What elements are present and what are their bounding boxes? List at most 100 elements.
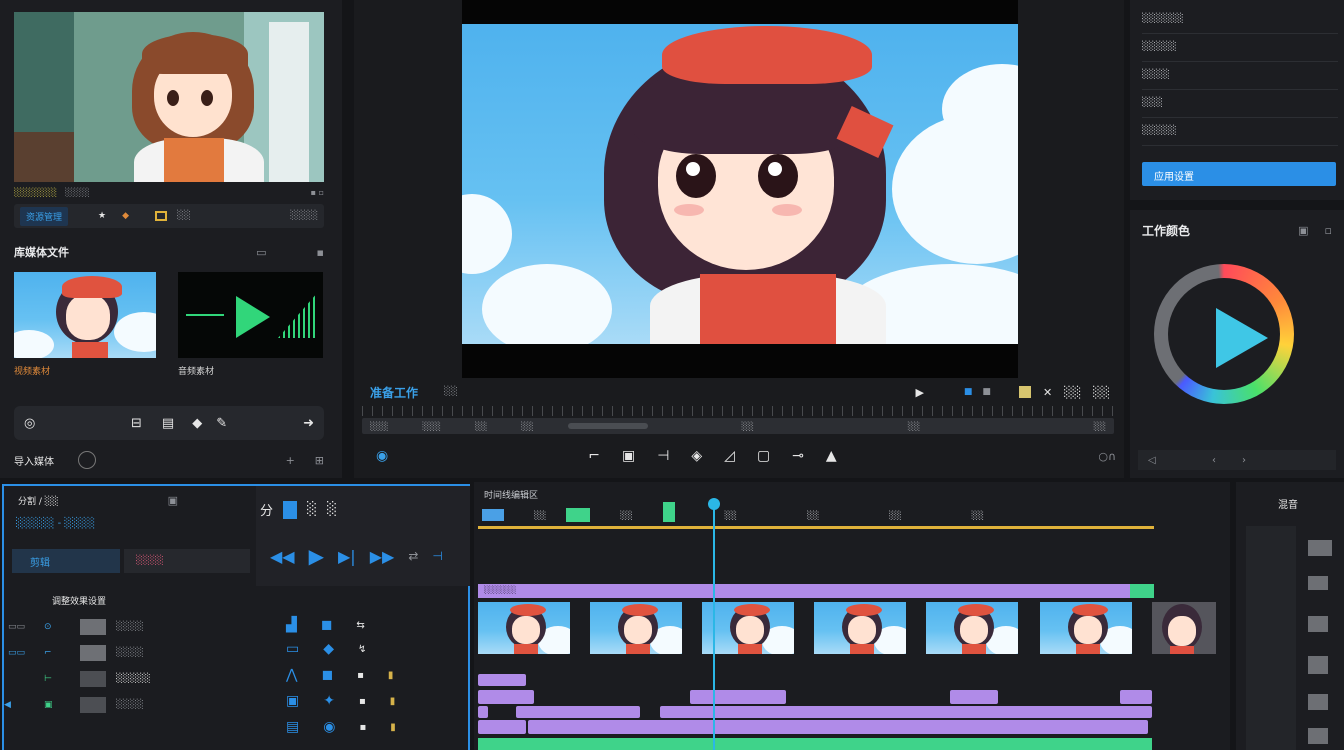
refresh-icon[interactable]: ◎ [24, 416, 35, 431]
tab-other[interactable]: ░░░░ [124, 549, 250, 573]
fader-knob[interactable] [1308, 616, 1328, 632]
tool-icon[interactable]: ▮ [388, 670, 394, 681]
tool-icon[interactable]: ⇆ [356, 620, 364, 631]
video-clip[interactable] [814, 602, 906, 654]
tool-icon[interactable]: ▤ [286, 719, 299, 735]
overwrite-icon[interactable]: ▤ [162, 416, 174, 431]
panel-icon[interactable]: ▣ [1298, 224, 1308, 237]
property-row[interactable]: ░░░░░░ [1142, 8, 1338, 34]
tool-icon[interactable]: ▮ [390, 722, 396, 733]
close-icon[interactable]: ✕ [1043, 386, 1052, 399]
apply-button[interactable]: 应用设置 [1142, 162, 1336, 186]
end-icon[interactable]: ⊣ [432, 549, 442, 563]
tool-icon[interactable]: ▭ [286, 641, 299, 657]
fader-knob[interactable] [1308, 576, 1328, 590]
mixer-track[interactable] [1246, 526, 1296, 750]
audio-clip[interactable] [690, 690, 786, 704]
audio-clip[interactable] [528, 720, 1148, 734]
play-button[interactable]: ▶ [309, 544, 324, 568]
audio-clip[interactable] [660, 706, 1152, 718]
scrub-bar[interactable]: ░░░ ░░░ ░░ ░░ ░░ ░░ ░░ [362, 418, 1114, 434]
trim-icon[interactable]: ⊣ [657, 448, 669, 464]
playhead-handle[interactable] [708, 498, 720, 510]
prev-icon[interactable]: ◁ [1148, 455, 1156, 466]
sync-icon[interactable]: ◉ [376, 448, 388, 464]
marker-icon[interactable]: ▲ [826, 448, 837, 464]
video-clip[interactable] [1040, 602, 1132, 654]
tool-label[interactable]: ░░░░ [290, 211, 318, 221]
pin-icon[interactable]: ▣ [168, 494, 178, 507]
resource-tab[interactable]: 资源管理 [20, 206, 69, 226]
property-row[interactable]: ░░░░░ [1142, 36, 1338, 62]
tool-icon[interactable]: ◆ [323, 641, 334, 657]
tab-cut[interactable]: 剪辑 [12, 549, 120, 573]
preview-ruler[interactable] [362, 406, 1114, 416]
import-label[interactable]: 导入媒体 [14, 453, 54, 468]
menu-icon[interactable]: ▪ [317, 246, 324, 259]
tool-label[interactable]: ░░ [177, 211, 191, 221]
audio-clip[interactable] [516, 706, 640, 718]
panel-menu-icon[interactable]: ▫ [1325, 224, 1332, 237]
step-icon[interactable]: ▶| [338, 547, 356, 566]
split-icon[interactable]: ⊞ [315, 454, 324, 467]
tool-icon[interactable]: ▪ [359, 722, 366, 733]
flag-icon[interactable]: ▭ [256, 246, 266, 259]
play-button[interactable]: ▶ [915, 386, 923, 399]
video-clip[interactable] [590, 602, 682, 654]
tool-label[interactable]: ░░ [1093, 386, 1110, 399]
audio-clip[interactable] [478, 690, 534, 704]
layout-icon[interactable]: ▣ [622, 448, 635, 464]
fader-knob[interactable] [1308, 728, 1328, 744]
blue-tool[interactable]: ■ [964, 387, 973, 397]
video-media-thumb[interactable] [14, 272, 156, 358]
blue-segment-icon[interactable] [283, 500, 298, 519]
video-clip[interactable] [1152, 602, 1216, 654]
video-clip[interactable] [702, 602, 794, 654]
property-row[interactable]: ░░░░ [1142, 64, 1338, 90]
property-row[interactable]: ░░░ [1142, 92, 1338, 118]
effect-row[interactable]: ▭▭ ⌐ ░░░░ [4, 642, 254, 664]
folder-icon[interactable] [155, 211, 168, 221]
tag-icon[interactable]: ◆ [192, 416, 202, 431]
fader-knob[interactable] [1308, 694, 1328, 710]
arrow-right-icon[interactable]: ➜ [303, 416, 314, 431]
razor-icon[interactable]: ⌐ [588, 448, 600, 464]
music-clip[interactable] [478, 738, 1152, 750]
timeline-ruler[interactable]: ░░ ░░ ░░ ░░ ░░ ░░ [482, 502, 1222, 522]
effect-row[interactable]: ◀ ▣ ░░░░ [4, 694, 254, 716]
viewer-image[interactable] [462, 24, 1018, 344]
color-wheel[interactable] [1154, 264, 1294, 404]
pen-icon[interactable]: ✎ [216, 416, 227, 431]
fast-forward-icon[interactable]: ▶▶ [370, 547, 395, 566]
fader-knob[interactable] [1308, 656, 1328, 674]
tool-icon[interactable]: ▪ [359, 696, 366, 707]
video-track-bar[interactable]: ░░░░░░ [478, 584, 1154, 598]
settings-icon[interactable] [78, 451, 96, 469]
loop-icon[interactable]: ○∩ [1098, 450, 1116, 463]
rewind-icon[interactable]: ◀◀ [270, 547, 295, 566]
tool-icon[interactable]: ▪ [357, 670, 364, 681]
audio-media-thumb[interactable] [178, 272, 323, 358]
video-clip[interactable] [926, 602, 1018, 654]
tool-icon[interactable]: ▣ [286, 693, 299, 709]
star-icon[interactable]: ★ [98, 211, 106, 221]
slide-icon[interactable]: ◿ [724, 448, 735, 464]
source-clip-preview[interactable] [14, 12, 324, 182]
tool-icon[interactable]: ▮ [390, 696, 396, 707]
tool-icon[interactable]: ◼ [321, 617, 333, 633]
gray-tool[interactable]: ■ [982, 387, 991, 397]
tool-icon[interactable]: ▟ [286, 617, 297, 633]
effect-row[interactable]: ▭▭ ⊙ ░░░░ [4, 616, 254, 638]
tool-icon[interactable]: ✦ [323, 693, 335, 709]
marker-icon[interactable]: ◆ [122, 211, 129, 221]
transport-label[interactable]: ░ [327, 502, 337, 517]
transport-label[interactable]: ░ [307, 502, 317, 517]
audio-clip[interactable] [950, 690, 998, 704]
forward-icon[interactable]: › [1242, 455, 1246, 466]
tool-icon[interactable]: ⋀ [286, 667, 297, 683]
audio-clip[interactable] [478, 720, 526, 734]
tool-icon[interactable]: ↯ [358, 644, 366, 655]
transport-label[interactable]: 分 [260, 500, 273, 519]
property-row[interactable]: ░░░░░ [1142, 120, 1338, 146]
expand-icon[interactable]: ▪ ▫ [311, 188, 324, 197]
